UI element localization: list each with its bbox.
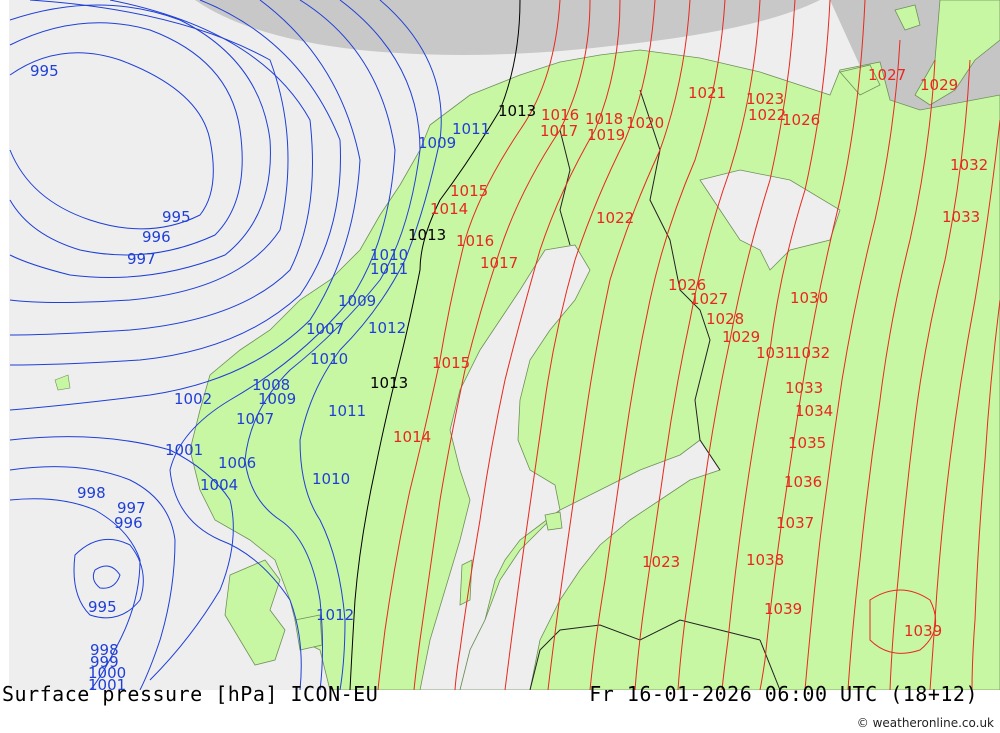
isobar-label: 1036	[784, 473, 822, 491]
forecast-time: Fr 16-01-2026 06:00 UTC (18+12)	[589, 682, 978, 706]
isobar-label: 1013	[370, 374, 408, 392]
isobar-label: 1039	[904, 622, 942, 640]
pressure-map: 995 995 996 997 998 997 996 995 998 999 …	[0, 0, 1000, 690]
isobar-label: 1009	[338, 292, 376, 310]
isobar-label: 1026	[782, 111, 820, 129]
isobar-label: 1021	[688, 84, 726, 102]
isobar-label: 1007	[236, 410, 274, 428]
isobar-label: 1011	[328, 402, 366, 420]
isobar-label: 1016	[456, 232, 494, 250]
isobar-label: 1030	[790, 289, 828, 307]
isobar-label: 1015	[450, 182, 488, 200]
isobar-label: 1006	[218, 454, 256, 472]
isobar-label: 996	[114, 514, 143, 532]
isobar-label: 1011	[452, 120, 490, 138]
isobar-label: 1007	[306, 320, 344, 338]
isobar-label: 1009	[258, 390, 296, 408]
isobar-label: 1032	[950, 156, 988, 174]
isobar-label: 995	[30, 62, 59, 80]
isobar-label: 1017	[540, 122, 578, 140]
isobar-label: 1012	[316, 606, 354, 624]
isobar-label: 1009	[418, 134, 456, 152]
left-edge-strip	[0, 0, 9, 690]
isobar-label: 1010	[312, 470, 350, 488]
isobar-label: 1028	[706, 310, 744, 328]
isobar-label: 998	[77, 484, 106, 502]
isobar-label: 997	[127, 250, 156, 268]
isobar-label: 1038	[746, 551, 784, 569]
isobar-label: 996	[142, 228, 171, 246]
isobar-label: 1027	[690, 290, 728, 308]
isobar-label: 1015	[432, 354, 470, 372]
isobar-label: 1033	[942, 208, 980, 226]
isobar-label: 1022	[748, 106, 786, 124]
isobar-label: 1033	[785, 379, 823, 397]
isobar-label: 995	[162, 208, 191, 226]
isobar-label: 1035	[788, 434, 826, 452]
isobar-label: 1029	[920, 76, 958, 94]
isobar-label: 995	[88, 598, 117, 616]
isobar-label: 1004	[200, 476, 238, 494]
isobar-label: 1037	[776, 514, 814, 532]
isobar-label: 1017	[480, 254, 518, 272]
isobar-label: 1029	[722, 328, 760, 346]
isobar-label: 1013	[498, 102, 536, 120]
isobar-label: 1023	[642, 553, 680, 571]
isobar-label: 1039	[764, 600, 802, 618]
isobar-label: 1022	[596, 209, 634, 227]
isobar-label: 1011	[370, 260, 408, 278]
credit-link[interactable]: © weatheronline.co.uk	[857, 716, 994, 730]
aland	[544, 511, 563, 531]
isobar-label: 1031	[756, 344, 794, 362]
isobar-label: 1014	[393, 428, 431, 446]
isobar-label: 1020	[626, 114, 664, 132]
isobar-label: 1034	[795, 402, 833, 420]
isobar-label: 1010	[310, 350, 348, 368]
isobar-label: 1027	[868, 66, 906, 84]
isobar-label: 1032	[792, 344, 830, 362]
isobar-label: 1013	[408, 226, 446, 244]
isobar-label: 1002	[174, 390, 212, 408]
isobar-label: 1014	[430, 200, 468, 218]
isobar-label: 1001	[165, 441, 203, 459]
map-title: Surface pressure [hPa] ICON-EU	[2, 682, 379, 706]
isobar-label: 1019	[587, 126, 625, 144]
isobar-label: 1012	[368, 319, 406, 337]
